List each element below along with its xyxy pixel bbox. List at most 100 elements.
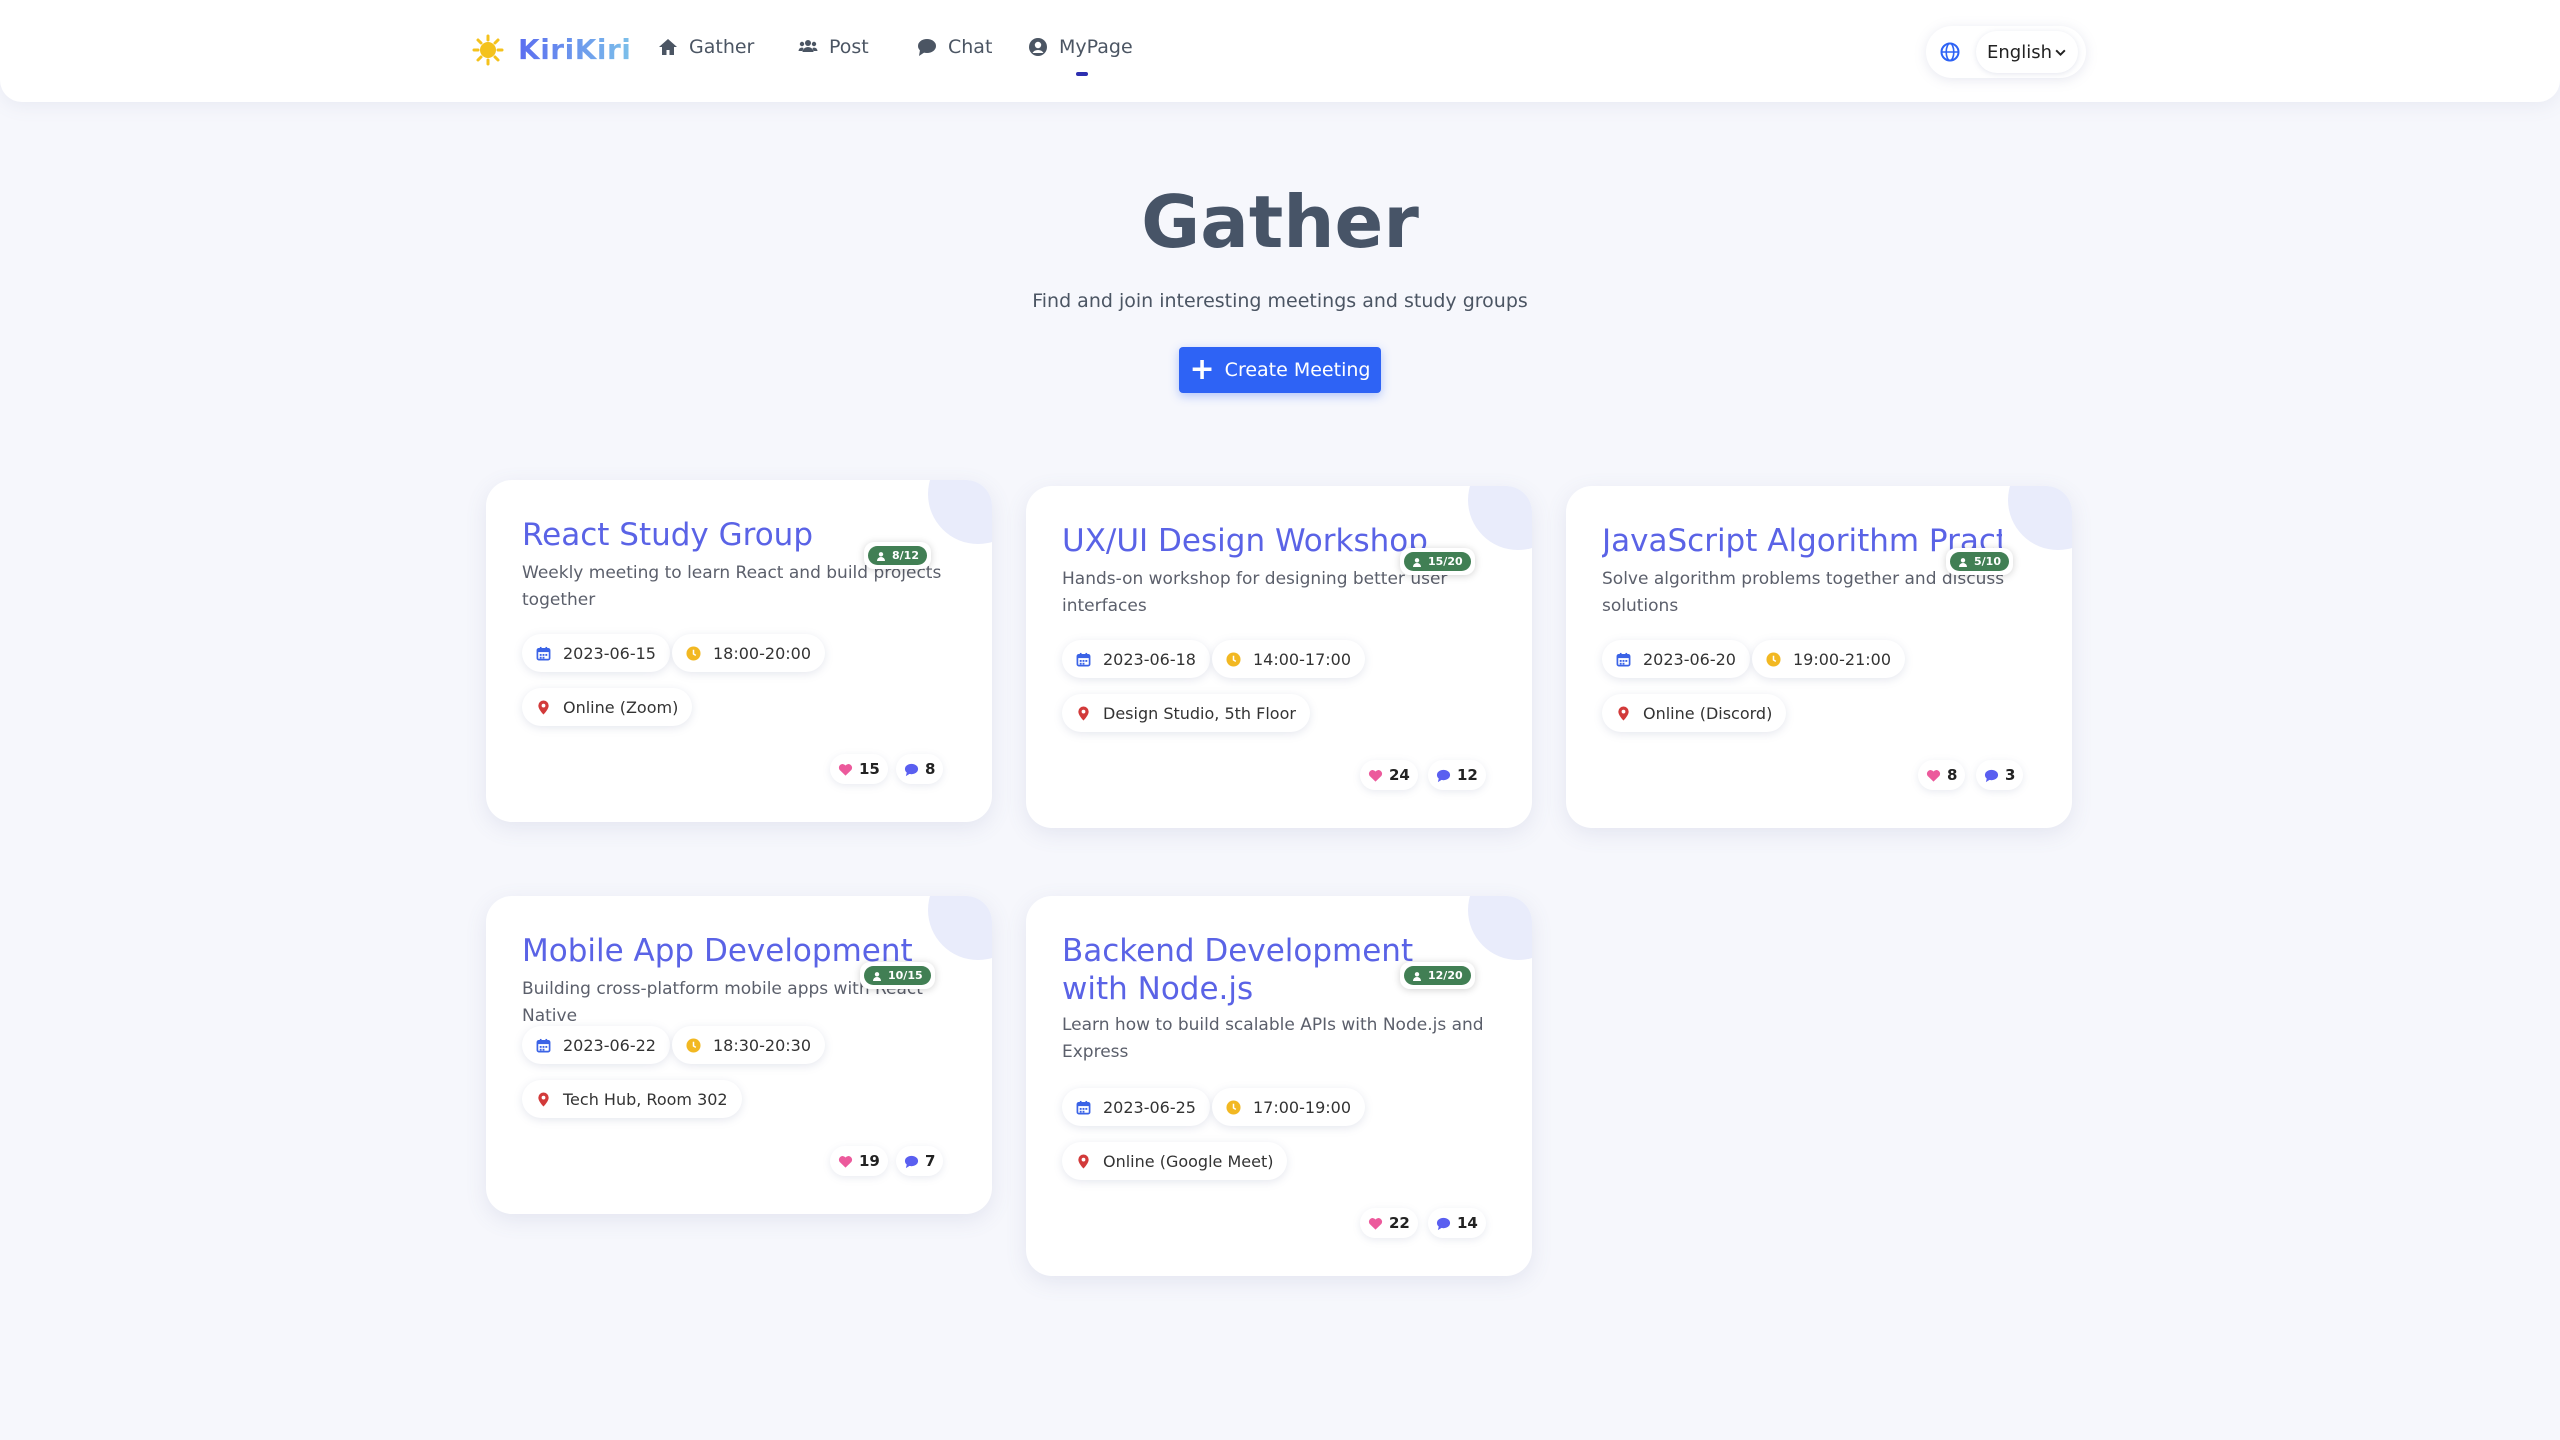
date-pill: 2023-06-15 — [522, 634, 670, 672]
date-pill: 2023-06-22 — [522, 1026, 670, 1064]
comments-count[interactable]: 12 — [1428, 760, 1486, 790]
participants-badge: 15/20 — [1400, 548, 1475, 575]
meeting-location: Design Studio, 5th Floor — [1103, 703, 1296, 723]
map-pin-icon — [1078, 1153, 1089, 1169]
time-pill: 14:00-17:00 — [1212, 640, 1365, 678]
meeting-card[interactable]: UX/UI Design Workshop 15/20 Hands-on wor… — [1026, 486, 1532, 828]
meeting-card[interactable]: React Study Group 8/12 Weekly meeting to… — [486, 480, 992, 822]
participants-count: 5/10 — [1974, 555, 2001, 568]
heart-icon — [838, 1155, 853, 1168]
brand-logo[interactable]: KiriKiri — [472, 33, 631, 66]
clock-icon — [1226, 651, 1241, 667]
nav-chat-label: Chat — [948, 36, 993, 58]
nav-gather-label: Gather — [689, 36, 755, 58]
calendar-icon — [1076, 652, 1091, 666]
time-pill: 19:00-21:00 — [1752, 640, 1905, 678]
calendar-icon — [1616, 652, 1631, 666]
meeting-card[interactable]: Mobile App Development 10/15 Building cr… — [486, 896, 992, 1214]
comment-icon — [904, 1155, 919, 1168]
location-pill: Online (Discord) — [1602, 694, 1787, 732]
likes-value: 15 — [859, 760, 880, 778]
meeting-title: JavaScript Algorithm Practice — [1602, 523, 2002, 559]
likes-value: 22 — [1389, 1214, 1410, 1232]
meeting-time: 19:00-21:00 — [1793, 649, 1891, 669]
calendar-icon — [536, 646, 551, 660]
heart-icon — [1368, 1217, 1383, 1230]
likes-count[interactable]: 24 — [1360, 760, 1418, 790]
nav-chat[interactable]: Chat — [917, 36, 992, 58]
meeting-location: Online (Zoom) — [563, 697, 679, 717]
create-meeting-button[interactable]: + Create Meeting — [1179, 347, 1381, 393]
sun-icon — [472, 34, 504, 65]
meeting-time: 14:00-17:00 — [1253, 649, 1351, 669]
date-pill: 2023-06-18 — [1062, 640, 1210, 678]
nav-post-label: Post — [829, 36, 869, 58]
comments-count[interactable]: 7 — [896, 1146, 944, 1176]
language-select[interactable]: English — [1976, 31, 2078, 73]
home-icon — [659, 39, 677, 55]
clock-icon — [686, 645, 701, 661]
map-pin-icon — [1078, 705, 1089, 721]
user-circle-icon — [1029, 38, 1047, 56]
map-pin-icon — [538, 699, 549, 715]
comment-icon — [1984, 769, 1999, 782]
time-pill: 18:30-20:30 — [672, 1026, 825, 1064]
location-pill: Online (Zoom) — [522, 688, 693, 726]
likes-count[interactable]: 22 — [1360, 1208, 1418, 1238]
likes-value: 24 — [1389, 766, 1410, 784]
nav-mypage[interactable]: MyPage — [1028, 36, 1133, 58]
comments-count[interactable]: 3 — [1976, 760, 2024, 790]
comments-value: 8 — [925, 760, 936, 778]
chevron-down-icon — [2055, 49, 2066, 56]
card-corner-decoration — [2008, 486, 2072, 550]
nav-gather[interactable]: Gather — [658, 36, 754, 58]
card-corner-decoration — [1468, 896, 1532, 960]
meeting-location: Online (Google Meet) — [1103, 1151, 1274, 1171]
globe-icon — [1940, 42, 1960, 62]
comments-count[interactable]: 8 — [896, 754, 944, 784]
location-pill: Online (Google Meet) — [1062, 1142, 1288, 1180]
meeting-date: 2023-06-22 — [563, 1035, 656, 1055]
heart-icon — [1368, 769, 1383, 782]
clock-icon — [686, 1037, 701, 1053]
date-pill: 2023-06-20 — [1602, 640, 1750, 678]
active-nav-indicator — [1076, 72, 1088, 76]
page-subtitle: Find and join interesting meetings and s… — [1032, 290, 1528, 312]
heart-icon — [838, 763, 853, 776]
clock-icon — [1766, 651, 1781, 667]
meeting-time: 18:30-20:30 — [713, 1035, 811, 1055]
meeting-card[interactable]: JavaScript Algorithm Practice 5/10 Solve… — [1566, 486, 2072, 828]
comments-value: 7 — [925, 1152, 936, 1170]
meeting-card[interactable]: Backend Development with Node.js 12/20 L… — [1026, 896, 1532, 1276]
comments-value: 12 — [1457, 766, 1478, 784]
meeting-location: Online (Discord) — [1643, 703, 1773, 723]
language-switcher: English — [1926, 26, 2086, 78]
likes-value: 19 — [859, 1152, 880, 1170]
nav-post[interactable]: Post — [798, 36, 869, 58]
comment-icon — [1436, 769, 1451, 782]
likes-count[interactable]: 15 — [830, 754, 888, 784]
map-pin-icon — [538, 1091, 549, 1107]
card-corner-decoration — [928, 896, 992, 960]
brand-name: KiriKiri — [518, 33, 632, 66]
participants-badge: 10/15 — [860, 962, 935, 989]
participants-count: 8/12 — [892, 549, 919, 562]
user-icon — [1413, 971, 1421, 981]
meeting-date: 2023-06-18 — [1103, 649, 1196, 669]
meeting-description: Learn how to build scalable APIs with No… — [1062, 1015, 1484, 1062]
participants-count: 10/15 — [888, 969, 923, 982]
likes-count[interactable]: 8 — [1918, 760, 1966, 790]
comments-value: 14 — [1457, 1214, 1478, 1232]
comments-count[interactable]: 14 — [1428, 1208, 1486, 1238]
meeting-time: 18:00-20:00 — [713, 643, 811, 663]
chat-bubble-icon — [918, 39, 936, 56]
participants-count: 15/20 — [1428, 555, 1463, 568]
clock-icon — [1226, 1099, 1241, 1115]
location-pill: Tech Hub, Room 302 — [522, 1080, 742, 1118]
user-icon — [1959, 557, 1967, 567]
meeting-date: 2023-06-15 — [563, 643, 656, 663]
comments-value: 3 — [2005, 766, 2016, 784]
location-pill: Design Studio, 5th Floor — [1062, 694, 1310, 732]
participants-badge: 5/10 — [1946, 548, 2013, 575]
likes-count[interactable]: 19 — [830, 1146, 888, 1176]
